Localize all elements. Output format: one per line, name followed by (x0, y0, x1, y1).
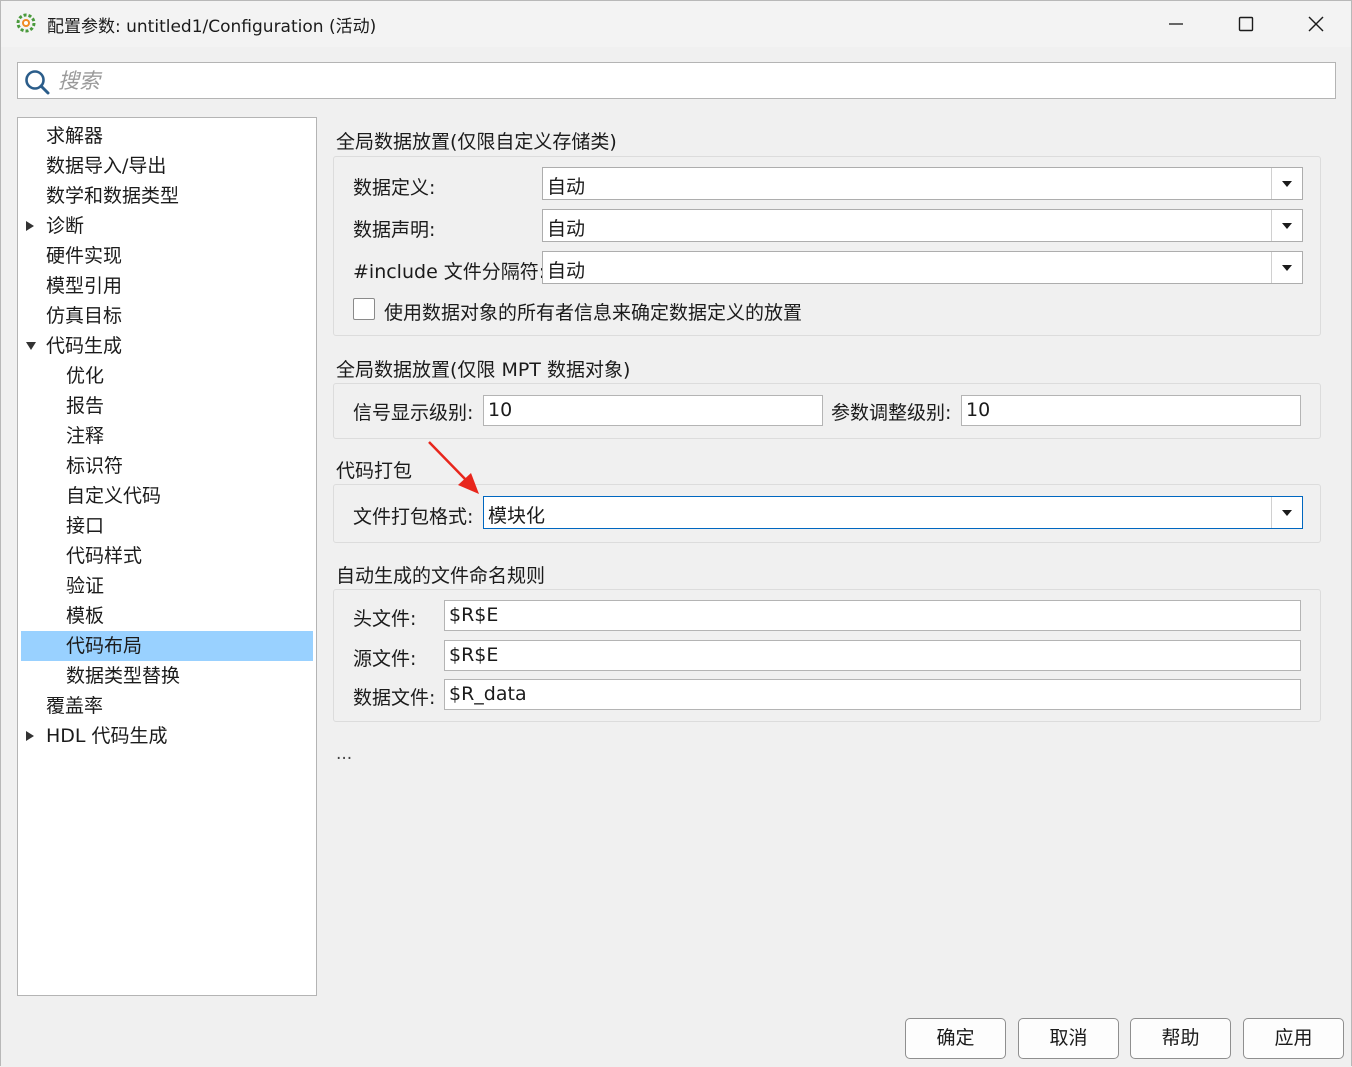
collapsed-triangle-icon[interactable] (25, 211, 37, 241)
data-file-input[interactable]: $R_data (444, 679, 1301, 710)
tree-item-label: 覆盖率 (46, 695, 104, 717)
close-icon (1308, 16, 1324, 32)
tree-item[interactable]: 标识符 (21, 451, 313, 481)
category-tree[interactable]: 求解器数据导入/导出 数学和数据类型 诊断硬件实现模型引用仿真目标代码生成优化报告注… (17, 117, 317, 996)
owner-info-checkbox-label[interactable]: 使用数据对象的所有者信息来确定数据定义的放置 (384, 298, 802, 325)
tree-item-label: 代码布局 (66, 635, 143, 657)
tree-item[interactable]: 仿真目标 (21, 301, 313, 331)
data-declaration-value: 自动 (547, 218, 586, 240)
source-file-input[interactable]: $R$E (444, 640, 1301, 671)
include-delimiter-select[interactable]: 自动 (542, 251, 1303, 284)
apply-button[interactable]: 应用 (1243, 1018, 1344, 1059)
tree-item-label: 求解器 (46, 125, 104, 147)
include-delimiter-label: #include 文件分隔符: (353, 261, 546, 283)
maximize-icon (1238, 16, 1254, 32)
tree-item-label: 验证 (66, 575, 105, 597)
tree-item-label: 优化 (66, 365, 105, 387)
tree-item[interactable]: 覆盖率 (21, 691, 313, 721)
title-bar[interactable]: 配置参数: untitled1/Configuration (活动) (1, 1, 1351, 47)
cancel-button[interactable]: 取消 (1018, 1018, 1119, 1059)
file-format-value: 模块化 (488, 505, 546, 527)
tree-item[interactable]: 求解器 (21, 121, 313, 151)
section-title-naming: 自动生成的文件命名规则 (336, 565, 546, 587)
tree-item[interactable]: 验证 (21, 571, 313, 601)
include-delimiter-value: 自动 (547, 260, 586, 282)
tree-item[interactable]: 代码布局 (21, 631, 313, 661)
expanded-triangle-icon[interactable] (25, 331, 37, 361)
search-icon (25, 70, 50, 95)
tree-item[interactable]: 硬件实现 (21, 241, 313, 271)
config-params-window: 配置参数: untitled1/Configuration (活动) 求解器数据… (0, 0, 1352, 1066)
file-format-label: 文件打包格式: (353, 506, 474, 528)
more-options-ellipsis[interactable]: ... (336, 744, 352, 764)
file-format-select[interactable]: 模块化 (483, 496, 1303, 529)
chevron-down-icon[interactable] (1271, 252, 1302, 283)
tree-item-label: 模板 (66, 605, 105, 627)
tree-item-label: 注释 (66, 425, 105, 447)
tree-item[interactable]: 自定义代码 (21, 481, 313, 511)
tree-item-label: 接口 (66, 515, 105, 537)
tree-item[interactable]: 注释 (21, 421, 313, 451)
tree-item[interactable]: 模板 (21, 601, 313, 631)
tree-item[interactable]: 代码样式 (21, 541, 313, 571)
source-file-label: 源文件: (353, 648, 417, 670)
tree-item[interactable]: 优化 (21, 361, 313, 391)
tree-item[interactable]: 数据类型替换 (21, 661, 313, 691)
chevron-down-icon[interactable] (1271, 210, 1302, 241)
minimize-button[interactable] (1141, 1, 1211, 47)
tree-item[interactable]: 接口 (21, 511, 313, 541)
tree-item-label: 报告 (66, 395, 105, 417)
header-file-label: 头文件: (353, 608, 417, 630)
data-definition-select[interactable]: 自动 (542, 167, 1303, 200)
tree-item-label: 数学和数据类型 (46, 185, 180, 207)
owner-info-checkbox[interactable] (353, 298, 375, 320)
data-file-label: 数据文件: (353, 687, 436, 709)
data-definition-value: 自动 (547, 176, 586, 198)
tree-item-label: 自定义代码 (66, 485, 162, 507)
tree-item[interactable]: 数学和数据类型 (21, 181, 313, 211)
tree-item[interactable]: 模型引用 (21, 271, 313, 301)
tree-item[interactable]: 报告 (21, 391, 313, 421)
tree-item-label: 硬件实现 (46, 245, 123, 267)
signal-level-label: 信号显示级别: (353, 402, 474, 424)
section-title-packaging: 代码打包 (336, 460, 413, 482)
data-declaration-label: 数据声明: (353, 219, 436, 241)
header-file-input[interactable]: $R$E (444, 600, 1301, 631)
search-box[interactable] (17, 62, 1336, 99)
maximize-button[interactable] (1211, 1, 1281, 47)
close-button[interactable] (1281, 1, 1351, 47)
tree-item-label: 模型引用 (46, 275, 123, 297)
data-declaration-select[interactable]: 自动 (542, 209, 1303, 242)
tree-item[interactable]: 数据导入/导出 (21, 151, 313, 181)
section-title-global-mpt: 全局数据放置(仅限 MPT 数据对象) (336, 359, 631, 381)
minimize-icon (1169, 23, 1183, 25)
param-level-input[interactable]: 10 (961, 395, 1301, 426)
tree-item-label: 标识符 (66, 455, 124, 477)
section-title-global-custom: 全局数据放置(仅限自定义存储类) (336, 131, 617, 153)
tree-item[interactable]: 代码生成 (21, 331, 313, 361)
param-level-label: 参数调整级别: (831, 402, 952, 424)
tree-item-label: 仿真目标 (46, 305, 123, 327)
tree-item-label: 代码生成 (46, 335, 123, 357)
tree-item-label: 数据类型替换 (66, 665, 181, 687)
tree-item[interactable]: 诊断 (21, 211, 313, 241)
tree-item-label: 代码样式 (66, 545, 143, 567)
tree-item-label: 数据导入/导出 (46, 155, 167, 177)
chevron-down-icon[interactable] (1271, 497, 1302, 528)
collapsed-triangle-icon[interactable] (25, 721, 37, 751)
matlab-gear-icon (16, 13, 36, 33)
signal-level-input[interactable]: 10 (483, 395, 823, 426)
ok-button[interactable]: 确定 (905, 1018, 1006, 1059)
search-input[interactable] (58, 67, 1318, 95)
help-button[interactable]: 帮助 (1130, 1018, 1231, 1059)
data-definition-label: 数据定义: (353, 177, 436, 199)
tree-item-label: HDL 代码生成 (46, 725, 168, 747)
tree-item-label: 诊断 (46, 215, 85, 237)
window-title: 配置参数: untitled1/Configuration (活动) (47, 17, 377, 37)
chevron-down-icon[interactable] (1271, 168, 1302, 199)
tree-item[interactable]: HDL 代码生成 (21, 721, 313, 751)
